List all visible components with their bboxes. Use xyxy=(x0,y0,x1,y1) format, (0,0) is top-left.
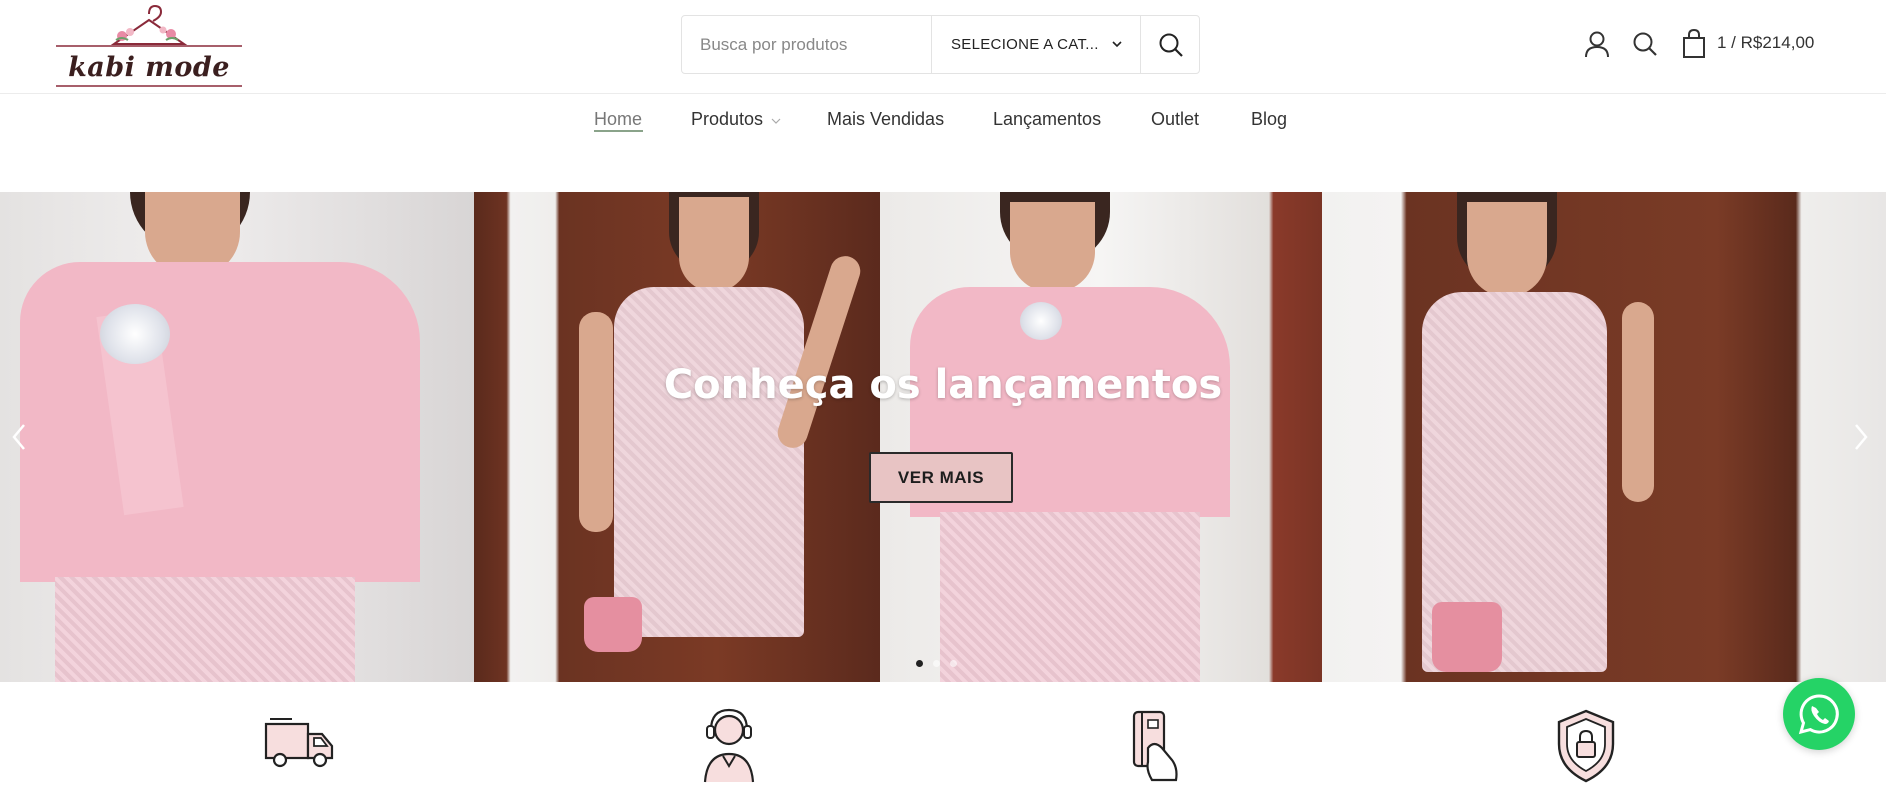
search-icon xyxy=(1633,32,1657,56)
card-payment-icon xyxy=(1132,710,1178,782)
delivery-truck-icon xyxy=(264,718,334,768)
slider-dot[interactable] xyxy=(916,660,923,667)
ver-mais-button[interactable]: VER MAIS xyxy=(869,452,1013,503)
chevron-left-icon xyxy=(12,424,25,450)
search-icon xyxy=(1159,33,1183,57)
active-nav-indicator xyxy=(594,130,643,132)
slider-next-button[interactable] xyxy=(1852,422,1870,457)
chevron-down-icon xyxy=(771,118,781,124)
slider-dot[interactable] xyxy=(933,660,940,667)
hero-photo-1 xyxy=(0,192,474,682)
hero-photo-3 xyxy=(880,192,1322,682)
security-shield-icon xyxy=(1557,709,1615,783)
slider-prev-button[interactable] xyxy=(10,422,28,457)
cart-summary[interactable]: 1 / R$214,00 xyxy=(1717,33,1814,53)
nav-item-mais-vendidas[interactable]: Mais Vendidas xyxy=(827,109,944,130)
shopping-bag-icon xyxy=(1683,28,1705,58)
hero-photo-4 xyxy=(1322,192,1886,682)
header-search-button[interactable] xyxy=(1632,30,1658,63)
customer-support-icon xyxy=(703,708,755,783)
main-navigation: Home Produtos Mais Vendidas Lançamentos … xyxy=(0,95,1886,145)
feature-payment xyxy=(1128,708,1184,789)
search-button[interactable] xyxy=(1142,16,1200,73)
feature-support xyxy=(699,704,759,789)
nav-item-outlet[interactable]: Outlet xyxy=(1151,109,1199,130)
cart-button[interactable] xyxy=(1682,28,1706,64)
slider-dot[interactable] xyxy=(950,660,957,667)
chevron-right-icon xyxy=(1855,424,1868,450)
chevron-down-icon xyxy=(1112,41,1122,48)
hero-title: Conheça os lançamentos xyxy=(663,362,1223,408)
search-bar: SELECIONE A CAT... xyxy=(681,15,1200,74)
slider-pagination xyxy=(916,660,957,667)
category-select[interactable]: SELECIONE A CAT... xyxy=(931,16,1141,73)
site-header: kabi mode SELECIONE A CAT... xyxy=(0,0,1886,94)
search-input[interactable] xyxy=(682,16,931,73)
hero-slider: Conheça os lançamentos VER MAIS xyxy=(0,192,1886,682)
category-select-label: SELECIONE A CAT... xyxy=(951,36,1099,53)
hero-photo-2 xyxy=(474,192,880,682)
user-icon xyxy=(1585,31,1609,58)
whatsapp-chat-button[interactable] xyxy=(1783,678,1855,750)
nav-item-label: Produtos xyxy=(691,109,764,129)
feature-security xyxy=(1555,708,1617,789)
nav-item-home[interactable]: Home xyxy=(594,109,642,130)
nav-item-produtos[interactable]: Produtos xyxy=(691,109,781,130)
nav-item-lancamentos[interactable]: Lançamentos xyxy=(993,109,1101,130)
nav-item-blog[interactable]: Blog xyxy=(1251,109,1287,130)
feature-shipping xyxy=(262,716,336,777)
logo-text: kabi mode xyxy=(68,52,230,83)
account-button[interactable] xyxy=(1584,30,1610,63)
whatsapp-icon xyxy=(1798,694,1839,735)
brand-logo[interactable]: kabi mode xyxy=(56,2,242,90)
